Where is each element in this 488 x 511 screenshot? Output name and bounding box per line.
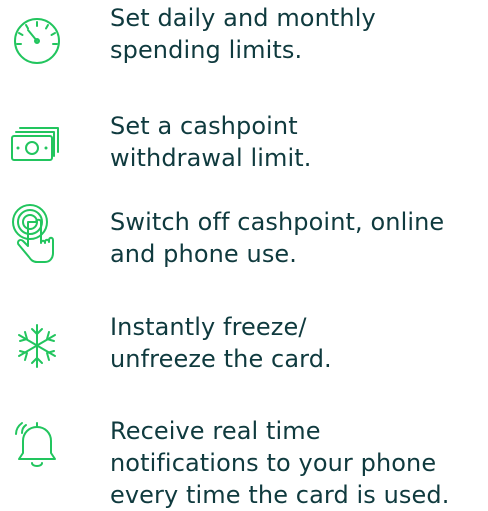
bell-icon: [4, 413, 70, 479]
feature-line: unfreeze the card.: [110, 345, 332, 373]
feature-text: Set daily and monthly spending limits.: [110, 2, 486, 66]
feature-list: Set daily and monthly spending limits. S…: [0, 0, 488, 511]
feature-line: Set daily and monthly: [110, 4, 376, 32]
feature-text: Instantly freeze/ unfreeze the card.: [110, 311, 486, 375]
snowflake-icon: [4, 313, 70, 379]
feature-line: spending limits.: [110, 36, 303, 64]
feature-text: Receive real time notifications to your …: [110, 415, 486, 511]
feature-line: and phone use.: [110, 240, 298, 268]
feature-line: withdrawal limit.: [110, 144, 312, 172]
feature-line: Instantly freeze/: [110, 313, 307, 341]
feature-line: Receive real time: [110, 417, 321, 445]
feature-text: Switch off cashpoint, online and phone u…: [110, 206, 486, 270]
feature-line: Switch off cashpoint, online: [110, 208, 445, 236]
feature-text: Set a cashpoint withdrawal limit.: [110, 110, 486, 174]
cash-stack-icon: [4, 114, 70, 180]
feature-line: notifications to your phone: [110, 449, 437, 477]
feature-line: Set a cashpoint: [110, 112, 298, 140]
feature-line: every time the card is used.: [110, 481, 450, 509]
speedometer-icon: [4, 8, 70, 74]
touch-tap-icon: [4, 202, 70, 268]
